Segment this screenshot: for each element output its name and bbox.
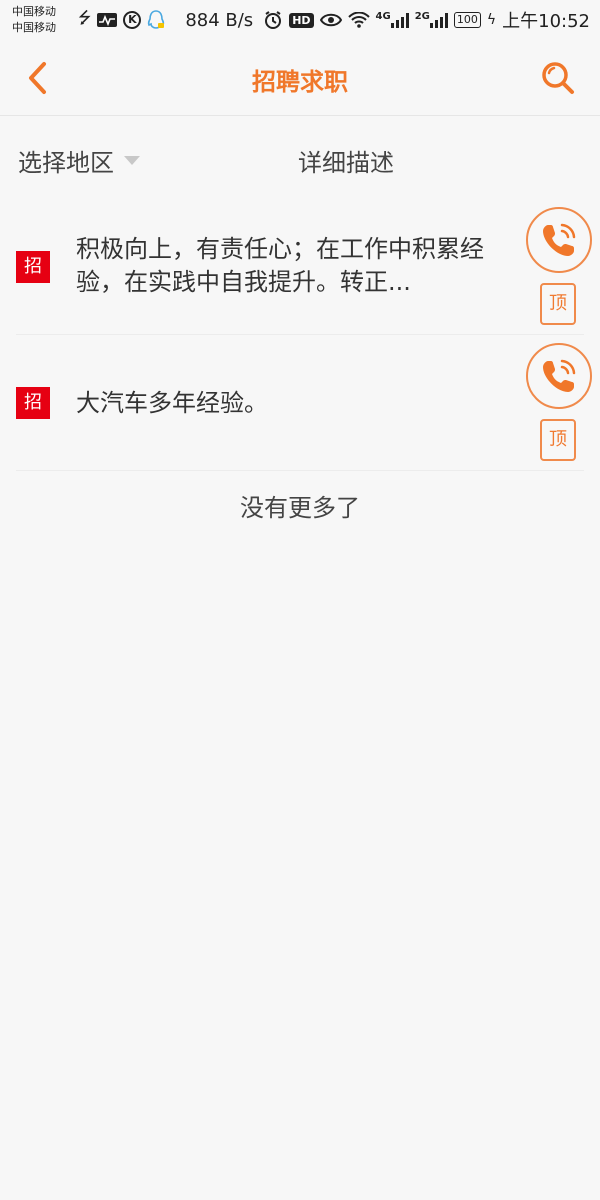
status-icons-right: 884 B/s HD 4G 2G 100 ϟ 上午10:52 — [185, 7, 590, 33]
network-speed: 884 B/s — [185, 9, 254, 31]
page-title: 招聘求职 — [252, 68, 348, 96]
battery-indicator: 100 — [453, 12, 481, 28]
search-button[interactable] — [538, 58, 578, 98]
region-select-label: 选择地区 — [18, 149, 114, 177]
detail-description-label: 详细描述 — [298, 149, 394, 177]
wifi-icon — [347, 12, 370, 28]
call-button[interactable] — [526, 207, 592, 273]
search-icon — [542, 62, 574, 94]
alarm-icon — [263, 10, 283, 30]
header: 招聘求职 — [0, 40, 600, 116]
usb-icon: ⭍ — [78, 7, 92, 27]
caret-down-icon — [124, 156, 140, 165]
qq-icon — [147, 10, 165, 30]
no-more-label: 没有更多了 — [240, 494, 360, 522]
call-button[interactable] — [526, 343, 592, 409]
list-item[interactable]: 招 积极向上，有责任心；在工作中积累经验，在实践中自我提升。转正... 顶 — [16, 199, 592, 335]
recruit-tag: 招 — [16, 251, 50, 283]
job-list: 招 积极向上，有责任心；在工作中积累经验，在实践中自我提升。转正... 顶 招 … — [16, 199, 592, 471]
hd-badge: HD — [289, 12, 314, 28]
carrier-1: 中国移动 — [12, 5, 56, 18]
filter-bar: 选择地区 详细描述 — [0, 117, 600, 199]
listing-text: 大汽车多年经验。 — [76, 389, 268, 417]
carrier-info: 中国移动 中国移动 — [12, 4, 72, 36]
pin-top-button[interactable]: 顶 — [540, 283, 576, 325]
phone-icon — [543, 223, 576, 256]
list-item[interactable]: 招 大汽车多年经验。 顶 — [16, 335, 592, 471]
listing-text: 积极向上，有责任心；在工作中积累经验，在实践中自我提升。转正... — [76, 235, 484, 296]
status-bar: 中国移动 中国移动 ⭍ K 884 B/s HD 4G 2G 100 ϟ 上午1… — [0, 0, 600, 40]
signal-4g-icon — [390, 12, 409, 28]
eye-icon — [319, 13, 342, 27]
net-2g-label: 2G — [414, 11, 430, 22]
status-icons-left: ⭍ K — [78, 7, 165, 34]
pin-top-button[interactable]: 顶 — [540, 419, 576, 461]
region-select[interactable]: 选择地区 — [18, 143, 140, 178]
clock: 上午10:52 — [502, 11, 590, 32]
phone-icon — [543, 359, 576, 392]
activity-icon — [97, 13, 118, 27]
carrier-2: 中国移动 — [12, 21, 56, 34]
k-app-icon: K — [123, 11, 142, 29]
recruit-tag: 招 — [16, 387, 50, 419]
net-4g-label: 4G — [375, 11, 391, 22]
charging-icon: ϟ — [486, 12, 497, 28]
signal-2g-icon — [429, 12, 448, 28]
